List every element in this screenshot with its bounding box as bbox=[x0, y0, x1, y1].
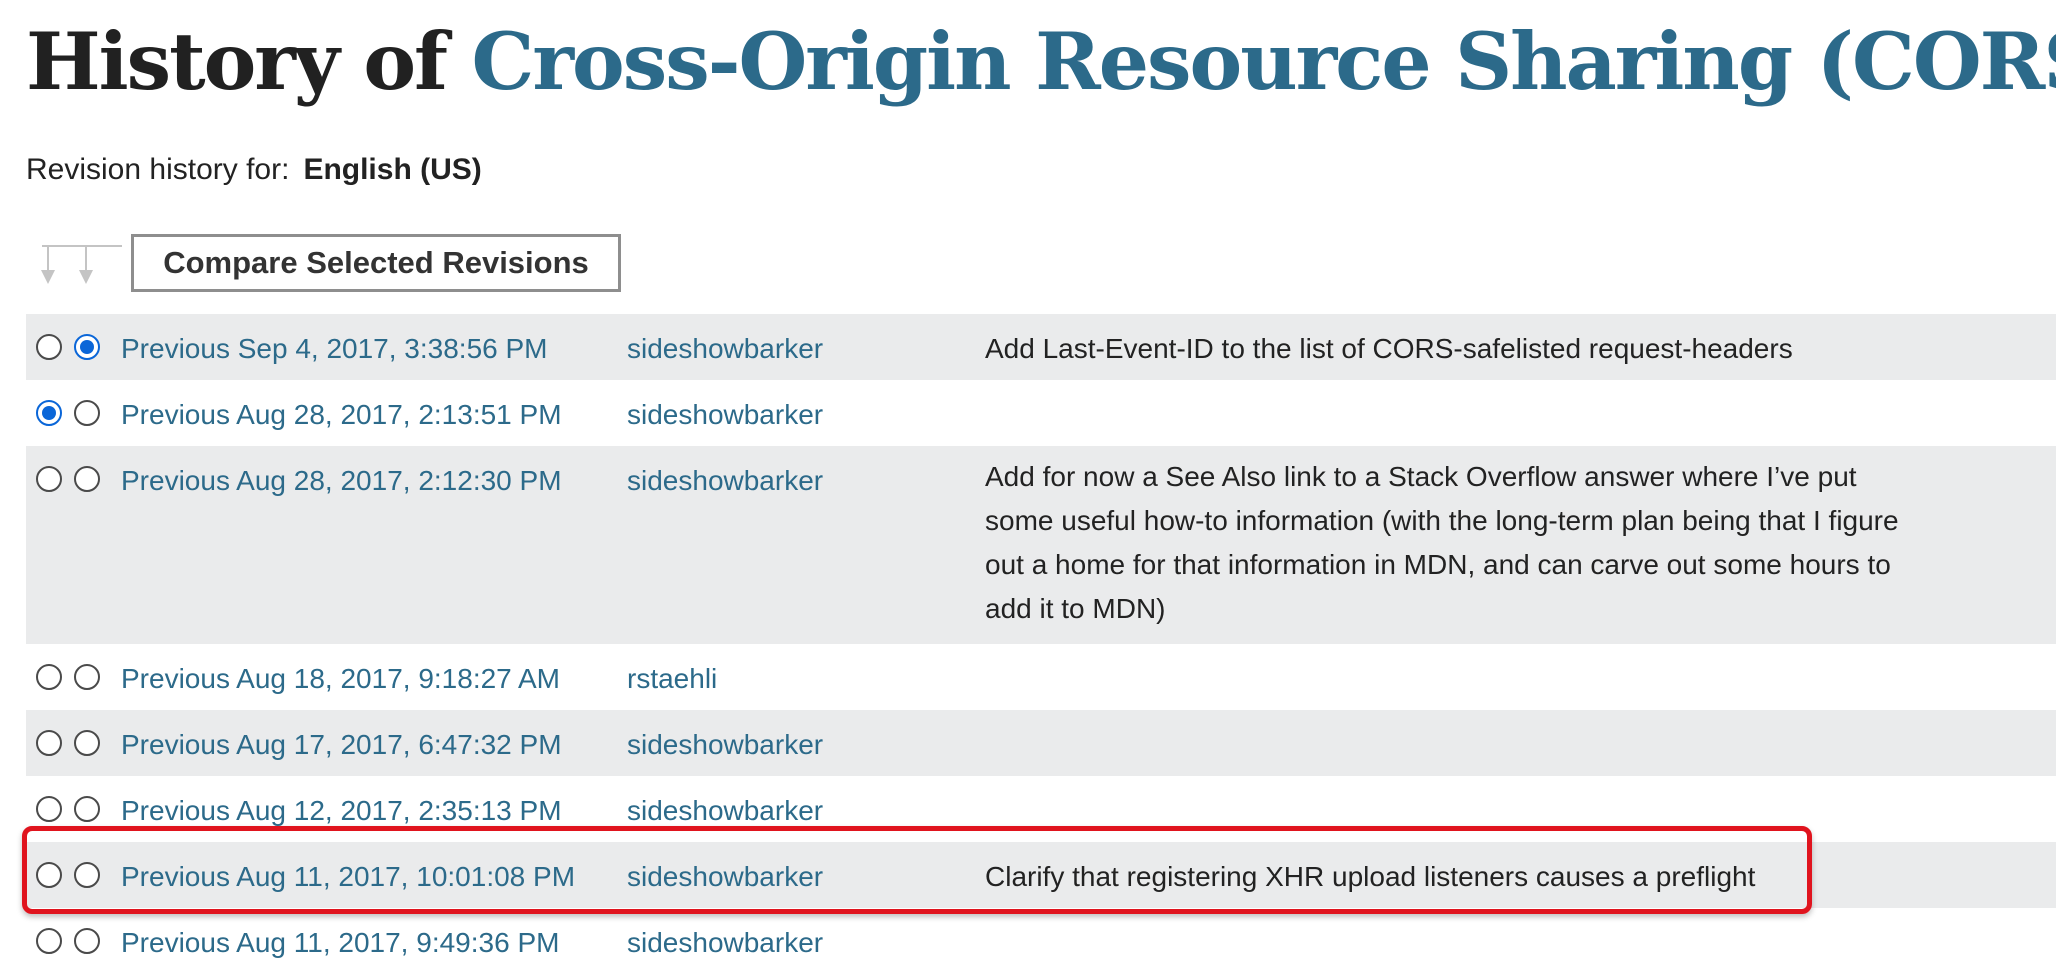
revision-for-label: Revision history for: bbox=[26, 153, 290, 186]
revision-row: Previous Aug 11, 2017, 9:49:36 PM sidesho… bbox=[26, 908, 2056, 968]
revision-row: Previous Aug 17, 2017, 6:47:32 PM sidesho… bbox=[26, 710, 2056, 776]
compare-from-radio[interactable] bbox=[36, 730, 62, 756]
compare-to-radio[interactable] bbox=[74, 796, 100, 822]
compare-from-radio[interactable] bbox=[36, 664, 62, 690]
locale-name: English (US) bbox=[303, 153, 482, 186]
revision-row: Previous Aug 28, 2017, 2:13:51 PM sidesho… bbox=[26, 380, 2056, 446]
revision-date-link[interactable]: Previous Aug 18, 2017, 9:18:27 AM bbox=[121, 661, 560, 697]
document-title-link[interactable]: Cross-Origin Resource Sharing (CORS) bbox=[472, 15, 2056, 108]
revision-history-page: History of Cross-Origin Resource Sharing… bbox=[0, 0, 2056, 968]
revision-row: Previous Sep 4, 2017, 3:38:56 PM sideshow… bbox=[26, 314, 2056, 380]
revision-date-link[interactable]: Previous Aug 11, 2017, 10:01:08 PM bbox=[121, 859, 575, 895]
revision-author-link[interactable]: rstaehli bbox=[627, 661, 717, 697]
revision-row: Previous Aug 12, 2017, 2:35:13 PM sidesho… bbox=[26, 776, 2056, 842]
revision-date-link[interactable]: Previous Aug 28, 2017, 2:13:51 PM bbox=[121, 397, 562, 433]
page-title: History of Cross-Origin Resource Sharing… bbox=[26, 10, 2056, 114]
compare-to-radio[interactable] bbox=[74, 928, 100, 954]
compare-selected-revisions-button[interactable]: Compare Selected Revisions bbox=[131, 234, 621, 292]
revision-date-link[interactable]: Previous Aug 11, 2017, 9:49:36 PM bbox=[121, 925, 559, 961]
compare-from-radio[interactable] bbox=[36, 466, 62, 492]
compare-to-radio[interactable] bbox=[74, 664, 100, 690]
compare-from-radio[interactable] bbox=[36, 796, 62, 822]
revision-date-link[interactable]: Previous Aug 17, 2017, 6:47:32 PM bbox=[121, 727, 562, 763]
revision-row: Previous Aug 28, 2017, 2:12:30 PM sidesho… bbox=[26, 446, 2056, 644]
compare-from-radio[interactable] bbox=[36, 400, 62, 426]
revision-date-link[interactable]: Previous Aug 12, 2017, 2:35:13 PM bbox=[121, 793, 562, 829]
compare-from-radio[interactable] bbox=[36, 334, 62, 360]
down-arrows-icon bbox=[41, 245, 122, 284]
compare-from-radio[interactable] bbox=[36, 928, 62, 954]
revision-author-link[interactable]: sideshowbarker bbox=[627, 859, 823, 895]
revision-for-line: Revision history for: English (US) bbox=[26, 150, 482, 190]
revision-list: Previous Sep 4, 2017, 3:38:56 PM sideshow… bbox=[26, 314, 2056, 968]
revision-comment: Add for now a See Also link to a Stack O… bbox=[985, 461, 1899, 624]
revision-author-link[interactable]: sideshowbarker bbox=[627, 331, 823, 367]
compare-to-radio[interactable] bbox=[74, 334, 100, 360]
revision-author-link[interactable]: sideshowbarker bbox=[627, 925, 823, 961]
title-prefix: History of bbox=[26, 15, 448, 108]
compare-to-radio[interactable] bbox=[74, 730, 100, 756]
revision-author-link[interactable]: sideshowbarker bbox=[627, 397, 823, 433]
revision-author-link[interactable]: sideshowbarker bbox=[627, 463, 823, 499]
compare-to-radio[interactable] bbox=[74, 400, 100, 426]
revision-row: Previous Aug 18, 2017, 9:18:27 AM rstaehl… bbox=[26, 644, 2056, 710]
revision-comment: Clarify that registering XHR upload list… bbox=[985, 861, 1756, 892]
compare-to-radio[interactable] bbox=[74, 862, 100, 888]
compare-to-radio[interactable] bbox=[74, 466, 100, 492]
revision-author-link[interactable]: sideshowbarker bbox=[627, 727, 823, 763]
compare-from-radio[interactable] bbox=[36, 862, 62, 888]
revision-date-link[interactable]: Previous Aug 28, 2017, 2:12:30 PM bbox=[121, 463, 562, 499]
revision-row: Previous Aug 11, 2017, 10:01:08 PM sidesh… bbox=[26, 842, 2056, 908]
revision-date-link[interactable]: Previous Sep 4, 2017, 3:38:56 PM bbox=[121, 331, 548, 367]
revision-author-link[interactable]: sideshowbarker bbox=[627, 793, 823, 829]
revision-comment: Add Last-Event-ID to the list of CORS-sa… bbox=[985, 333, 1793, 364]
